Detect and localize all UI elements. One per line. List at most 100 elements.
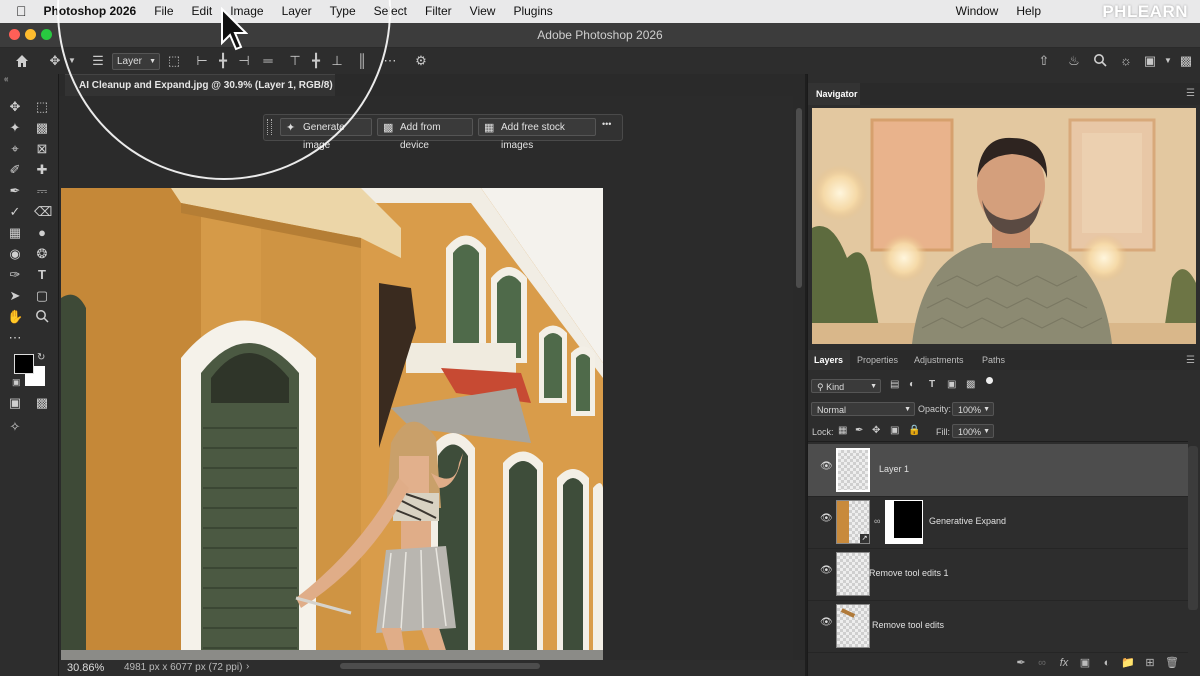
apple-icon[interactable]:  [0, 0, 35, 23]
screen-mode-icon[interactable]: ▩ [34, 395, 50, 411]
document-image[interactable] [61, 188, 603, 660]
brush-link-icon[interactable]: ✒ [1014, 656, 1028, 670]
eyedropper-tool-icon[interactable]: ✐ [7, 162, 23, 178]
default-colors-icon[interactable]: ▣ [12, 377, 21, 388]
visibility-eye-icon[interactable]: 👁 [820, 461, 833, 472]
menu-image[interactable]: Image [221, 0, 272, 23]
lock-artboard-icon[interactable]: ▣ [890, 425, 899, 436]
navigator-menu-icon[interactable]: ☰ [1186, 88, 1195, 99]
more-options-button[interactable]: ••• [602, 119, 611, 129]
menu-edit[interactable]: Edit [183, 0, 222, 23]
quick-selection-tool-icon[interactable]: ▩ [34, 120, 50, 136]
type-tool-icon[interactable]: T [34, 267, 50, 283]
bell-icon[interactable]: ♨ [1066, 53, 1082, 69]
new-group-folder-icon[interactable]: 📁 [1121, 656, 1135, 670]
horizontal-scroll-thumb[interactable] [340, 663, 540, 669]
align-middle-icon[interactable]: ╋ [308, 53, 324, 69]
search-icon[interactable] [1092, 53, 1108, 69]
menu-type[interactable]: Type [321, 0, 365, 23]
generative-fill-icon[interactable]: ✧ [7, 419, 23, 435]
sponge-tool-icon[interactable]: ❂ [34, 246, 50, 262]
swap-colors-icon[interactable]: ↻ [37, 352, 45, 363]
lock-image-icon[interactable]: ✒ [855, 425, 863, 436]
marquee-tool-icon[interactable]: ⬚ [34, 99, 50, 115]
auto-select-dropdown[interactable]: Layer ▼ [112, 53, 160, 70]
more-options-icon[interactable]: ⋯ [382, 53, 398, 69]
adjustment-layer-icon[interactable]: ◐ [1100, 656, 1114, 670]
home-icon[interactable] [14, 53, 30, 69]
history-brush-tool-icon[interactable]: ✓ [7, 204, 23, 220]
object-selection-tool-icon[interactable]: ✦ [7, 120, 23, 136]
align-right-icon[interactable]: ⊣ [236, 53, 252, 69]
distribute-icon[interactable]: ═ [260, 53, 276, 69]
filter-smart-object-icon[interactable]: ▩ [966, 379, 975, 390]
blur-tool-icon[interactable]: ● [34, 225, 50, 241]
share-icon[interactable]: ⇧ [1036, 53, 1052, 69]
distribute-vertical-icon[interactable]: ║ [354, 53, 370, 69]
lock-all-icon[interactable]: 🔒 [908, 425, 920, 436]
tab-adjustments[interactable]: Adjustments [914, 350, 964, 370]
document-tab[interactable]: AI Cleanup and Expand.jpg @ 30.9% (Layer… [65, 74, 335, 113]
path-selection-tool-icon[interactable]: ➤ [7, 288, 23, 304]
link-chain-icon[interactable]: ∞ [874, 516, 880, 526]
layer-name[interactable]: Layer 1 [879, 464, 909, 474]
visibility-eye-icon[interactable]: 👁 [820, 513, 833, 524]
cloud-docs-icon[interactable]: ▩ [1178, 53, 1194, 69]
close-window-button[interactable] [9, 29, 20, 40]
lock-transparent-icon[interactable]: ▦ [838, 425, 847, 436]
align-center-icon[interactable]: ╋ [215, 53, 231, 69]
foreground-color-swatch[interactable] [14, 354, 34, 374]
spot-healing-tool-icon[interactable]: ✚ [34, 162, 50, 178]
opacity-field[interactable]: 100% ▼ [952, 402, 994, 416]
filter-pixel-icon[interactable]: ▤ [890, 379, 899, 390]
auto-select-layers-icon[interactable]: ☰ [90, 53, 106, 69]
filter-adjustment-icon[interactable]: ◐ [909, 379, 915, 390]
menu-select[interactable]: Select [365, 0, 416, 23]
gradient-tool-icon[interactable]: ▦ [7, 225, 23, 241]
vertical-scroll-thumb[interactable] [796, 108, 802, 288]
lock-position-icon[interactable]: ✥ [872, 425, 880, 436]
menu-file[interactable]: File [145, 0, 182, 23]
layer-name[interactable]: Generative Expand [929, 516, 1006, 526]
layer-name[interactable]: Remove tool edits 1 [869, 568, 949, 578]
menu-view[interactable]: View [461, 0, 505, 23]
zoom-tool-icon[interactable] [34, 309, 50, 325]
workspace-chevron-icon[interactable]: ▼ [1160, 53, 1176, 69]
layer-row-layer-1[interactable]: 👁 Layer 1 [808, 444, 1188, 497]
add-free-stock-images-button[interactable]: ▦ Add free stock images [478, 118, 596, 151]
layer-style-fx-icon[interactable]: fx [1057, 656, 1071, 670]
crop-tool-icon[interactable]: ⌖ [7, 141, 23, 157]
layer-row-remove-tool-edits[interactable]: 👁 Remove tool edits [808, 600, 1188, 653]
add-mask-icon[interactable]: ▣ [1078, 656, 1092, 670]
trash-icon[interactable]: 🗑 [1165, 656, 1179, 670]
align-left-icon[interactable]: ⊢ [194, 53, 210, 69]
generate-image-button[interactable]: ✦ Generate image [280, 118, 372, 151]
menu-filter[interactable]: Filter [416, 0, 461, 23]
zoom-window-button[interactable] [41, 29, 52, 40]
navigator-tab[interactable]: Navigator [808, 83, 860, 105]
move-tool-icon[interactable]: ✥ [47, 53, 63, 69]
add-from-device-button[interactable]: ▩ Add from device [377, 118, 473, 151]
move-tool-icon[interactable]: ✥ [7, 99, 23, 115]
fill-field[interactable]: 100% ▼ [952, 424, 994, 438]
frame-tool-icon[interactable]: ⊠ [34, 141, 50, 157]
chevron-right-icon[interactable]: › [246, 661, 249, 672]
collapse-tools-icon[interactable]: « [4, 75, 8, 84]
align-top-icon[interactable]: ⊤ [287, 53, 303, 69]
clone-stamp-tool-icon[interactable]: ⎓ [34, 183, 50, 199]
lightbulb-icon[interactable]: ☼ [1118, 53, 1134, 69]
layer-mask-thumbnail[interactable] [885, 500, 923, 544]
edit-toolbar-icon[interactable]: ⋯ [7, 330, 23, 346]
filter-type-icon[interactable]: T [929, 379, 935, 390]
chevron-down-icon[interactable]: ▼ [64, 53, 80, 69]
hand-tool-icon[interactable]: ✋ [7, 309, 23, 325]
layers-menu-icon[interactable]: ☰ [1186, 355, 1195, 366]
layer-filter-dropdown[interactable]: ⚲ Kind ▼ [811, 379, 881, 393]
transform-controls-icon[interactable]: ⬚ [166, 53, 182, 69]
link-layers-icon[interactable]: ∞ [1035, 656, 1049, 670]
zoom-level[interactable]: 30.86% [67, 662, 104, 674]
menu-plugins[interactable]: Plugins [504, 0, 561, 23]
blend-mode-dropdown[interactable]: Normal ▼ [811, 402, 915, 416]
layer-row-generative-expand[interactable]: 👁 ↗ ∞ Generative Expand [808, 496, 1188, 549]
dodge-tool-icon[interactable]: ◉ [7, 246, 23, 262]
